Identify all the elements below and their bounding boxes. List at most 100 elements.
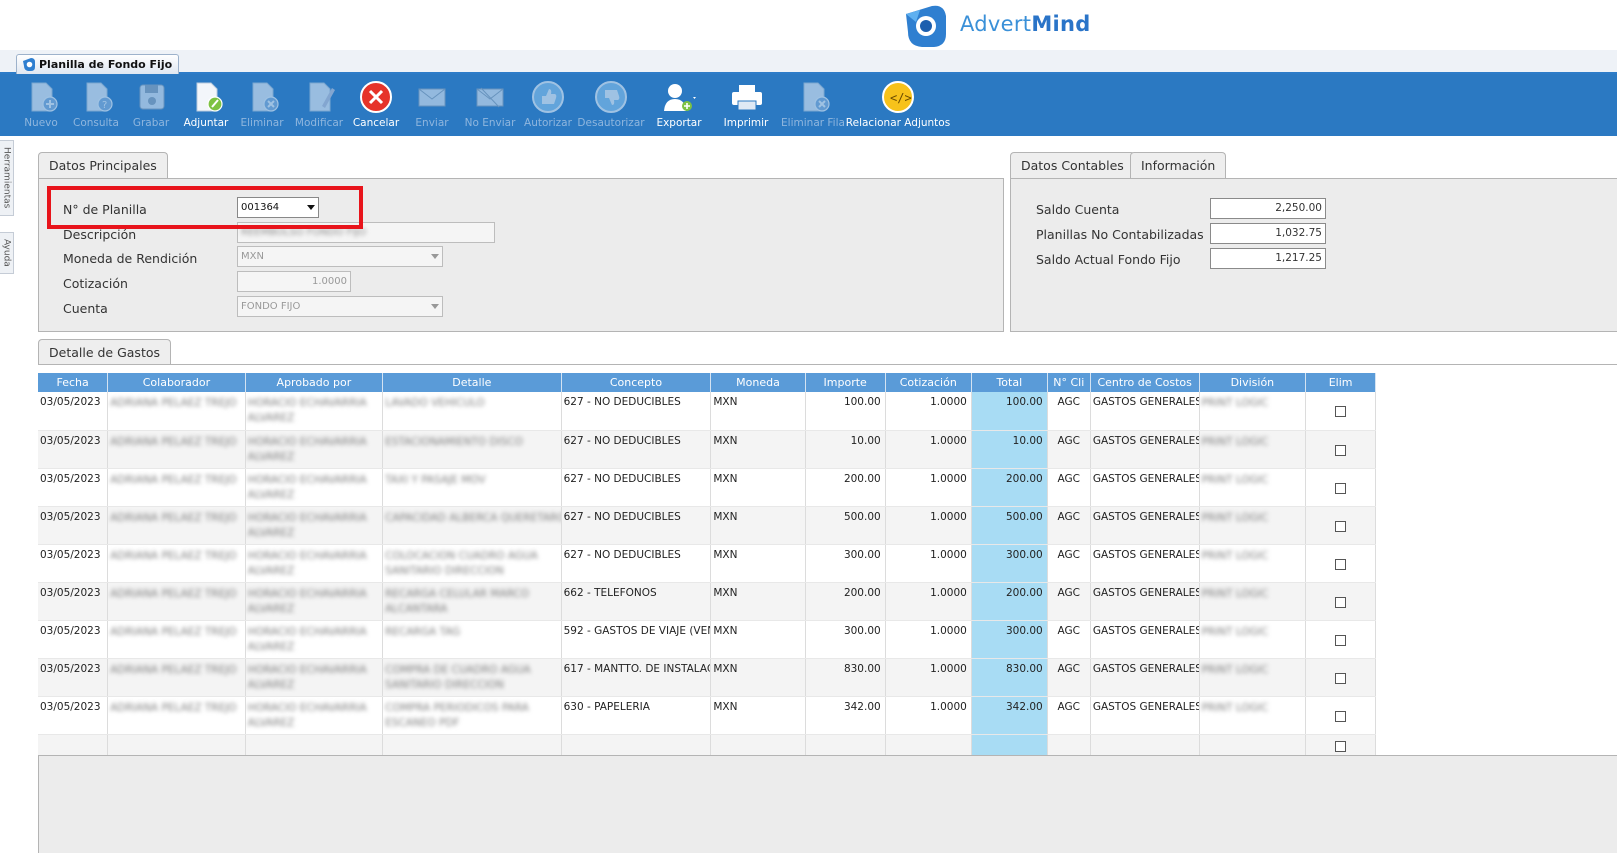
- desautorizar-button[interactable]: Desautorizar: [576, 74, 646, 136]
- autorizar-button[interactable]: Autorizar: [520, 74, 576, 136]
- table-row[interactable]: 03/05/2023 ADRIANA PELAEZ TREJO HORACIO EC…: [38, 392, 1376, 431]
- table-row[interactable]: 03/05/2023 ADRIANA PELAEZ TREJO HORACIO EC…: [38, 506, 1376, 545]
- cell-cli[interactable]: AGC: [1047, 582, 1091, 621]
- eliminar-button[interactable]: Eliminar: [234, 74, 290, 136]
- cell-centro-costos[interactable]: GASTOS GENERALES: [1090, 506, 1200, 545]
- cell-importe[interactable]: 300.00: [805, 544, 886, 583]
- cell-aprobado[interactable]: HORACIO ECHAVARRIA ALVAREZ: [245, 468, 384, 507]
- cell-centro-costos[interactable]: GASTOS GENERALES: [1090, 430, 1200, 469]
- cell-cli[interactable]: AGC: [1047, 506, 1091, 545]
- cell-cli[interactable]: AGC: [1047, 468, 1091, 507]
- cell-moneda[interactable]: MXN: [710, 658, 806, 697]
- cell-detalle[interactable]: COMPRA PERIODICOS PARA ESCANEO PDF: [382, 696, 562, 735]
- cell-importe[interactable]: 200.00: [805, 582, 886, 621]
- cell-aprobado[interactable]: HORACIO ECHAVARRIA ALVAREZ: [245, 658, 384, 697]
- cell-total[interactable]: 500.00: [971, 506, 1048, 545]
- column-header[interactable]: N° Cli: [1047, 373, 1091, 392]
- cell-elim[interactable]: [1305, 468, 1376, 507]
- table-row[interactable]: 03/05/2023 ADRIANA PELAEZ TREJO HORACIO EC…: [38, 582, 1376, 621]
- cell-detalle[interactable]: COMPRA DE CUADRO AGUA SANITARIO DIRECCION: [382, 658, 562, 697]
- cell-division[interactable]: PRINT LOGIC: [1199, 658, 1307, 697]
- cell-cotizacion[interactable]: 1.0000: [885, 506, 972, 545]
- cell-aprobado[interactable]: HORACIO ECHAVARRIA ALVAREZ: [245, 582, 384, 621]
- cell-moneda[interactable]: MXN: [710, 696, 806, 735]
- eliminar-checkbox[interactable]: [1335, 740, 1347, 752]
- empty-cell[interactable]: [971, 734, 1048, 757]
- eliminar-checkbox[interactable]: [1335, 596, 1347, 608]
- cell-cotizacion[interactable]: 1.0000: [885, 620, 972, 659]
- cell-colaborador[interactable]: ADRIANA PELAEZ TREJO: [107, 430, 246, 469]
- cell-fecha[interactable]: 03/05/2023: [38, 430, 109, 469]
- modificar-button[interactable]: Modificar: [290, 74, 348, 136]
- cell-total[interactable]: 342.00: [971, 696, 1048, 735]
- empty-cell[interactable]: [1199, 734, 1307, 757]
- cell-fecha[interactable]: 03/05/2023: [38, 392, 109, 431]
- cell-centro-costos[interactable]: GASTOS GENERALES: [1090, 544, 1200, 583]
- cell-cli[interactable]: AGC: [1047, 620, 1091, 659]
- empty-cell[interactable]: [1047, 734, 1091, 757]
- no-enviar-button[interactable]: No Enviar: [460, 74, 520, 136]
- table-row[interactable]: 03/05/2023 ADRIANA PELAEZ TREJO HORACIO EC…: [38, 468, 1376, 507]
- eliminar-checkbox[interactable]: [1335, 634, 1347, 646]
- cell-division[interactable]: PRINT LOGIC: [1199, 392, 1307, 431]
- cell-colaborador[interactable]: ADRIANA PELAEZ TREJO: [107, 658, 246, 697]
- adjuntar-button[interactable]: Adjuntar: [178, 74, 234, 136]
- consulta-button[interactable]: ? Consulta: [68, 74, 124, 136]
- cell-concepto[interactable]: 627 - NO DEDUCIBLES: [561, 468, 712, 507]
- cell-aprobado[interactable]: HORACIO ECHAVARRIA ALVAREZ: [245, 544, 384, 583]
- column-header[interactable]: Elim: [1305, 373, 1376, 392]
- tab-datos-principales[interactable]: Datos Principales: [38, 152, 168, 178]
- cell-centro-costos[interactable]: GASTOS GENERALES: [1090, 696, 1200, 735]
- tab-detalle-gastos[interactable]: Detalle de Gastos: [38, 339, 172, 365]
- cell-cli[interactable]: AGC: [1047, 430, 1091, 469]
- table-row[interactable]: 03/05/2023 ADRIANA PELAEZ TREJO HORACIO EC…: [38, 696, 1376, 735]
- cell-moneda[interactable]: MXN: [710, 544, 806, 583]
- cell-cotizacion[interactable]: 1.0000: [885, 582, 972, 621]
- cell-importe[interactable]: 830.00: [805, 658, 886, 697]
- cell-detalle[interactable]: RECARGA CELULAR MARCO ALCANTARA: [382, 582, 562, 621]
- empty-cell[interactable]: [107, 734, 246, 757]
- cell-importe[interactable]: 300.00: [805, 620, 886, 659]
- cell-importe[interactable]: 500.00: [805, 506, 886, 545]
- cell-division[interactable]: PRINT LOGIC: [1199, 582, 1307, 621]
- cell-division[interactable]: PRINT LOGIC: [1199, 544, 1307, 583]
- cell-total[interactable]: 10.00: [971, 430, 1048, 469]
- cell-cotizacion[interactable]: 1.0000: [885, 468, 972, 507]
- eliminar-checkbox[interactable]: [1335, 558, 1347, 570]
- cell-cli[interactable]: AGC: [1047, 392, 1091, 431]
- column-header[interactable]: Moneda: [710, 373, 806, 392]
- table-row[interactable]: 03/05/2023 ADRIANA PELAEZ TREJO HORACIO EC…: [38, 620, 1376, 659]
- cell-elim[interactable]: [1305, 582, 1376, 621]
- cell-total[interactable]: 830.00: [971, 658, 1048, 697]
- cell-moneda[interactable]: MXN: [710, 506, 806, 545]
- eliminar-checkbox[interactable]: [1335, 406, 1347, 417]
- empty-cell[interactable]: [805, 734, 886, 757]
- empty-cell[interactable]: [38, 734, 109, 757]
- cell-concepto[interactable]: 617 - MANTTO. DE INSTALAC: [561, 658, 712, 697]
- cell-elim[interactable]: [1305, 506, 1376, 545]
- cell-importe[interactable]: 200.00: [805, 468, 886, 507]
- empty-cell[interactable]: [710, 734, 806, 757]
- cell-colaborador[interactable]: ADRIANA PELAEZ TREJO: [107, 468, 246, 507]
- chevron-down-icon[interactable]: [427, 297, 442, 316]
- cell-fecha[interactable]: 03/05/2023: [38, 658, 109, 697]
- side-tab-ayuda[interactable]: Ayuda: [0, 232, 14, 274]
- table-row[interactable]: 03/05/2023 ADRIANA PELAEZ TREJO HORACIO EC…: [38, 430, 1376, 469]
- cuenta-select[interactable]: FONDO FIJO: [237, 296, 443, 317]
- cancelar-button[interactable]: Cancelar: [348, 74, 404, 136]
- cell-fecha[interactable]: 03/05/2023: [38, 506, 109, 545]
- side-tab-herramientas[interactable]: Herramientas: [0, 140, 14, 216]
- chevron-down-icon[interactable]: [427, 247, 442, 266]
- cell-importe[interactable]: 10.00: [805, 430, 886, 469]
- cell-concepto[interactable]: 592 - GASTOS DE VIAJE (VEN: [561, 620, 712, 659]
- cell-fecha[interactable]: 03/05/2023: [38, 468, 109, 507]
- cell-moneda[interactable]: MXN: [710, 468, 806, 507]
- cell-elim[interactable]: [1305, 696, 1376, 735]
- cell-cli[interactable]: AGC: [1047, 696, 1091, 735]
- column-header[interactable]: Fecha: [38, 373, 109, 392]
- column-header[interactable]: División: [1199, 373, 1307, 392]
- cell-aprobado[interactable]: HORACIO ECHAVARRIA ALVAREZ: [245, 506, 384, 545]
- cell-cotizacion[interactable]: 1.0000: [885, 658, 972, 697]
- cell-colaborador[interactable]: ADRIANA PELAEZ TREJO: [107, 620, 246, 659]
- exportar-button[interactable]: Exportar: [646, 74, 712, 136]
